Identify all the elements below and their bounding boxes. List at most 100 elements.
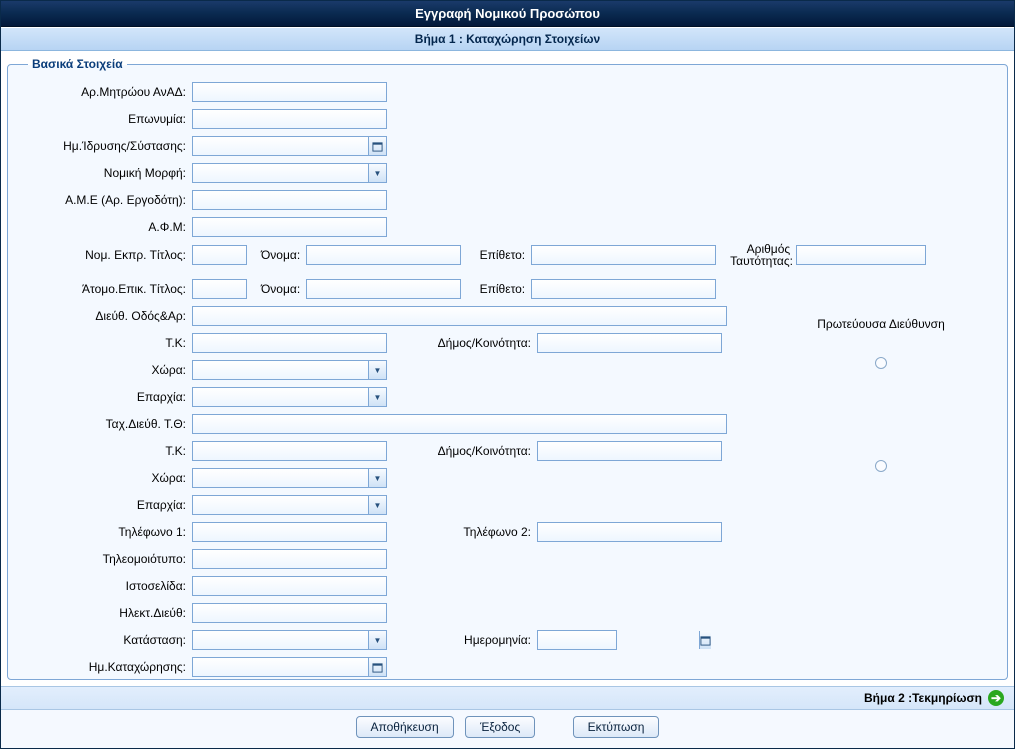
label-rep-last: Επίθετο: [461, 248, 531, 262]
primary-address-column: Πρωτεύουσα Διεύθυνση [756, 317, 1006, 475]
rep-title-select[interactable]: ▼ [192, 245, 247, 265]
pobox-country-text[interactable] [193, 469, 368, 487]
window-title: Εγγραφή Νομικού Προσώπου [1, 1, 1014, 27]
phone1-input[interactable] [192, 522, 387, 542]
chevron-down-icon[interactable]: ▼ [368, 164, 386, 182]
label-ame: Α.Μ.Ε (Αρ. Εργοδότη): [22, 193, 192, 207]
label-fax: Τηλεομοιότυπο: [22, 552, 192, 566]
reg-date-field[interactable] [192, 657, 387, 677]
email-input[interactable] [192, 603, 387, 623]
save-button[interactable]: Αποθήκευση [356, 716, 454, 738]
content-area: Βασικά Στοιχεία Αρ.Μητρώου ΑνΑΔ: Επωνυμί… [1, 51, 1014, 686]
calendar-icon[interactable] [368, 137, 386, 155]
window-frame: Εγγραφή Νομικού Προσώπου Βήμα 1 : Καταχώ… [0, 0, 1015, 749]
label-website: Ιστοσελίδα: [22, 579, 192, 593]
next-step-arrow-icon[interactable]: ➔ [988, 690, 1004, 706]
founding-date-input[interactable] [193, 137, 368, 155]
label-pobox: Ταχ.Διεύθ. Τ.Θ: [22, 417, 192, 431]
phone2-input[interactable] [537, 522, 722, 542]
label-pobox-country: Χώρα: [22, 471, 192, 485]
label-phone1: Τηλέφωνο 1: [22, 525, 192, 539]
label-phone2: Τηλέφωνο 2: [387, 525, 537, 539]
basic-info-group: Βασικά Στοιχεία Αρ.Μητρώου ΑνΑΔ: Επωνυμί… [7, 57, 1008, 680]
legal-form-text[interactable] [193, 164, 368, 182]
chevron-down-icon[interactable]: ▼ [368, 388, 386, 406]
label-municipality: Δήμος/Κοινότητα: [387, 336, 537, 350]
label-legal-rep: Νομ. Εκπρ. Τίτλος: [22, 248, 192, 262]
calendar-icon[interactable] [699, 631, 711, 649]
contact-last-input[interactable] [531, 279, 716, 299]
chevron-down-icon[interactable]: ▼ [368, 361, 386, 379]
label-primary-address: Πρωτεύουσα Διεύθυνση [756, 317, 1006, 331]
label-addr-u: Διεύθ. [95, 309, 128, 323]
label-legal-rep-u: Νομ. Εκπρ. [85, 248, 146, 262]
chevron-down-icon[interactable]: ▼ [368, 631, 386, 649]
label-postal: Τ.Κ: [22, 336, 192, 350]
label-afm: Α.Φ.Μ: [22, 220, 192, 234]
print-button[interactable]: Εκτύπωση [573, 716, 660, 738]
registry-no-input[interactable] [192, 82, 387, 102]
afm-input[interactable] [192, 217, 387, 237]
rep-first-input[interactable] [306, 245, 461, 265]
label-district: Επαρχία: [22, 390, 192, 404]
pobox-country-select[interactable]: ▼ [192, 468, 387, 488]
status-text[interactable] [193, 631, 368, 649]
chevron-down-icon[interactable]: ▼ [368, 496, 386, 514]
pobox-input[interactable] [192, 414, 727, 434]
label-name: Επωνυμία: [22, 112, 192, 126]
country-text[interactable] [193, 361, 368, 379]
contact-first-input[interactable] [306, 279, 461, 299]
district-select[interactable]: ▼ [192, 387, 387, 407]
label-reg-date: Ημ.Καταχώρησης: [22, 660, 192, 674]
municipality-input[interactable] [537, 333, 722, 353]
district-text[interactable] [193, 388, 368, 406]
fax-input[interactable] [192, 549, 387, 569]
pobox-district-text[interactable] [193, 496, 368, 514]
label-pobox-postal: Τ.Κ: [22, 444, 192, 458]
name-input[interactable] [192, 109, 387, 129]
status-select[interactable]: ▼ [192, 630, 387, 650]
label-address: Διεύθ. Οδός&Αρ: [22, 309, 192, 323]
label-registry-no: Αρ.Μητρώου ΑνΑΔ: [22, 85, 192, 99]
website-input[interactable] [192, 576, 387, 596]
primary-address-radio-2[interactable] [875, 460, 887, 472]
next-step-label: Βήμα 2 :Τεκμηρίωση [864, 691, 982, 705]
label-status: Κατάσταση: [22, 633, 192, 647]
street-input[interactable] [192, 306, 727, 326]
label-contact-person: Άτομο.Επικ. Τίτλος: [22, 282, 192, 296]
label-pobox-district: Επαρχία: [22, 498, 192, 512]
primary-address-radio-1[interactable] [875, 357, 887, 369]
label-contact-u: Άτομο.Επικ. [82, 282, 146, 296]
label-contact-first: Όνομα: [247, 282, 306, 296]
label-contact-title: Τίτλος: [150, 282, 186, 296]
label-founding-date: Ημ.Ίδρυσης/Σύστασης: [22, 139, 192, 153]
country-select[interactable]: ▼ [192, 360, 387, 380]
postal-input[interactable] [192, 333, 387, 353]
rep-last-input[interactable] [531, 245, 716, 265]
label-street: Οδός&Αρ: [131, 309, 186, 323]
ame-input[interactable] [192, 190, 387, 210]
contact-title-select[interactable]: ▼ [192, 279, 247, 299]
pobox-district-select[interactable]: ▼ [192, 495, 387, 515]
label-rep-title: Τίτλος: [150, 248, 186, 262]
label-pobox-municipality: Δήμος/Κοινότητα: [387, 444, 537, 458]
button-bar: Αποθήκευση Έξοδος Εκτύπωση [1, 710, 1014, 748]
exit-button[interactable]: Έξοδος [465, 716, 535, 738]
pobox-postal-input[interactable] [192, 441, 387, 461]
chevron-down-icon[interactable]: ▼ [368, 469, 386, 487]
status-date-field[interactable] [537, 630, 617, 650]
legal-form-select[interactable]: ▼ [192, 163, 387, 183]
step-title: Βήμα 1 : Καταχώρηση Στοιχείων [1, 27, 1014, 51]
group-legend: Βασικά Στοιχεία [28, 57, 127, 71]
label-rep-first: Όνομα: [247, 248, 306, 262]
reg-date-input[interactable] [193, 658, 368, 676]
label-status-date: Ημερομηνία: [387, 633, 537, 647]
calendar-icon[interactable] [368, 658, 386, 676]
label-legal-form: Νομική Μορφή: [22, 166, 192, 180]
status-date-input[interactable] [538, 631, 699, 649]
founding-date-field[interactable] [192, 136, 387, 156]
label-contact-last: Επίθετο: [461, 282, 531, 296]
pobox-municipality-input[interactable] [537, 441, 722, 461]
next-step-bar: Βήμα 2 :Τεκμηρίωση ➔ [1, 686, 1014, 710]
rep-id-input[interactable] [796, 245, 926, 265]
